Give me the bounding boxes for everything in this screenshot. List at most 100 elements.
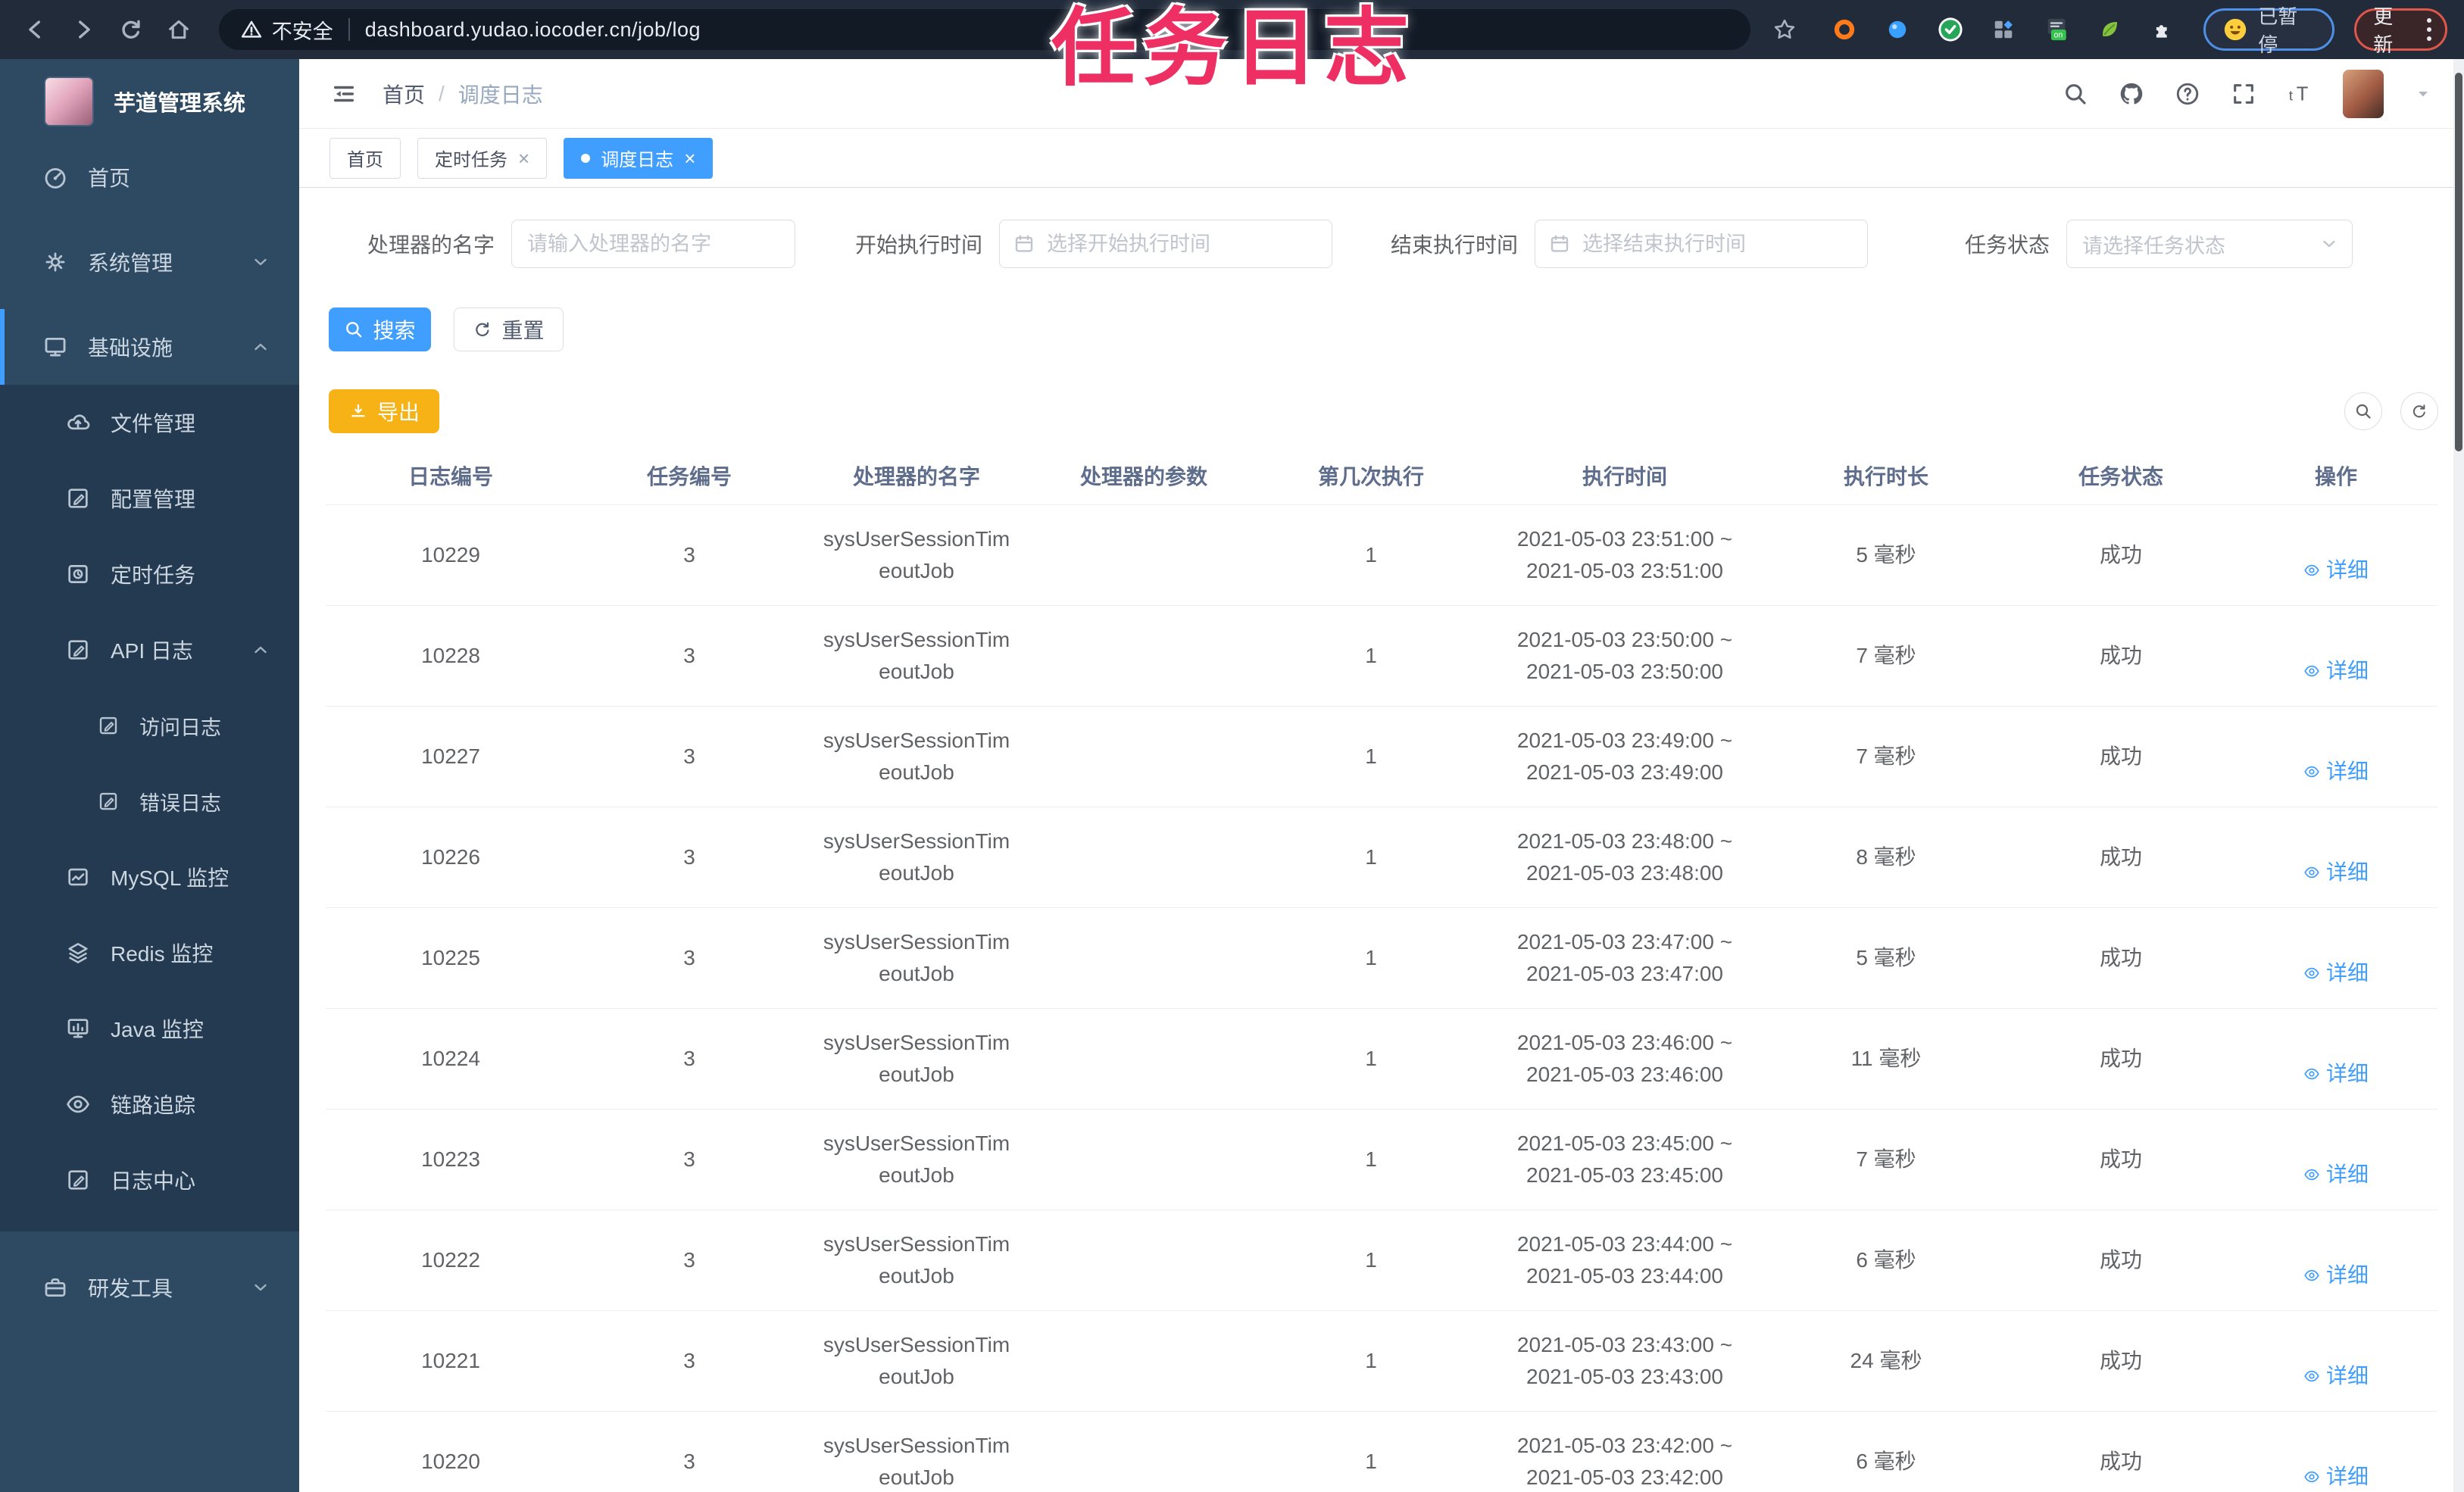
browser-update-chip[interactable]: 更新 [2354, 5, 2447, 56]
sidebar-item-home[interactable]: 首页 [0, 139, 299, 215]
begin-time-input[interactable] [999, 220, 1332, 268]
job-log-table-body: 10229 3 sysUserSessionTim eoutJob 1 2021… [326, 504, 2437, 1492]
sidebar-item-access-logs[interactable]: 访问日志 [0, 688, 299, 763]
cell-execute-index: 1 [1257, 706, 1485, 807]
browser-menu-icon[interactable] [2427, 18, 2431, 41]
table-tools [2344, 392, 2438, 430]
sidebar-item-dev-tools[interactable]: 研发工具 [0, 1250, 299, 1325]
detail-link-label: 详细 [2325, 557, 2369, 582]
cell-log-id: 10227 [326, 706, 576, 807]
detail-link[interactable]: 详细 [2303, 655, 2369, 687]
browser-back-button[interactable] [17, 11, 54, 48]
cell-log-id: 10222 [326, 1210, 576, 1311]
sidebar-item-redis-monitor[interactable]: Redis 监控 [0, 915, 299, 991]
address-bar[interactable]: 不安全 dashboard.yudao.iocoder.cn/job/log [218, 9, 1751, 50]
export-button[interactable]: 导出 [329, 389, 439, 433]
sidebar-item-log-center[interactable]: 日志中心 [0, 1142, 299, 1218]
user-avatar[interactable] [2343, 69, 2384, 118]
detail-link[interactable]: 详细 [2303, 1159, 2369, 1191]
extension-grid-icon[interactable] [1988, 14, 2019, 45]
profile-paused-chip[interactable]: 已暂停 [2203, 5, 2335, 56]
detail-link-label: 详细 [2325, 658, 2369, 682]
log-icon [65, 637, 91, 663]
sidebar-item-error-logs[interactable]: 错误日志 [0, 763, 299, 839]
cell-execute-time: 2021-05-03 23:50:00 ~ 2021-05-03 23:50:0… [1485, 605, 1765, 707]
sidebar-item-file-management[interactable]: 文件管理 [0, 385, 299, 460]
end-time-input[interactable] [1535, 220, 1868, 268]
sidebar-item-tracing[interactable]: 链路追踪 [0, 1066, 299, 1142]
status-select[interactable]: 请选择任务状态 [2066, 220, 2353, 268]
tab-label: 定时任务 [435, 150, 507, 170]
job-log-table: 日志编号 任务编号 处理器的名字 处理器的参数 第几次执行 执行时间 执行时长 … [326, 447, 2437, 1492]
detail-link[interactable]: 详细 [2303, 857, 2369, 888]
cell-handler-name: sysUserSessionTim eoutJob [803, 1411, 1030, 1492]
cell-execute-time: 2021-05-03 23:47:00 ~ 2021-05-03 23:47:0… [1485, 907, 1765, 1009]
bookmark-star-icon[interactable] [1772, 17, 1797, 42]
begin-time-label: 开始执行时间 [854, 233, 982, 257]
detail-link[interactable]: 详细 [2303, 554, 2369, 586]
sidebar-item-mysql-monitor[interactable]: MySQL 监控 [0, 839, 299, 915]
insecure-warning[interactable]: 不安全 [240, 15, 333, 45]
extension-on-badge-icon[interactable]: on [2041, 14, 2072, 45]
detail-link[interactable]: 详细 [2303, 756, 2369, 788]
help-icon[interactable] [2175, 81, 2200, 107]
cell-actions: 详细 [2234, 1310, 2437, 1412]
cell-execute-index: 1 [1257, 907, 1485, 1009]
browser-reload-button[interactable] [112, 11, 149, 48]
tab-home[interactable]: 首页 [329, 137, 401, 179]
browser-forward-button[interactable] [64, 11, 101, 48]
sidebar-item-java-monitor[interactable]: Java 监控 [0, 991, 299, 1066]
app-logo-image [44, 76, 94, 126]
close-icon[interactable]: × [684, 148, 695, 168]
extension-leaf-icon[interactable] [2094, 14, 2125, 45]
detail-link[interactable]: 详细 [2303, 1461, 2369, 1492]
github-icon[interactable] [2119, 81, 2144, 107]
scrollbar-thumb[interactable] [2455, 73, 2462, 451]
tab-label: 首页 [347, 150, 383, 170]
refresh-table-button[interactable] [2400, 392, 2438, 430]
tab-scheduled-tasks[interactable]: 定时任务 × [417, 137, 548, 179]
search-button[interactable]: 搜索 [329, 307, 431, 351]
search-icon[interactable] [2063, 81, 2088, 107]
cell-log-id: 10228 [326, 605, 576, 707]
handler-name-input[interactable] [511, 220, 795, 268]
extension-v-green-icon[interactable] [1935, 14, 1966, 45]
extension-blue-icon[interactable] [1882, 14, 1913, 45]
calendar-icon [1013, 233, 1035, 255]
toggle-search-button[interactable] [2344, 392, 2382, 430]
sidebar-item-config-management[interactable]: 配置管理 [0, 460, 299, 536]
browser-home-button[interactable] [161, 11, 198, 48]
close-icon[interactable]: × [518, 148, 529, 168]
cell-duration: 7 毫秒 [1765, 706, 2007, 807]
cell-job-id: 3 [576, 504, 803, 606]
caret-down-icon[interactable] [2414, 85, 2432, 103]
tab-job-log[interactable]: 调度日志 × [564, 137, 714, 179]
sidebar-item-label: API 日志 [111, 639, 193, 663]
reset-button[interactable]: 重置 [454, 307, 564, 351]
extensions-puzzle-icon[interactable] [2147, 14, 2178, 45]
eye-icon [2303, 864, 2320, 881]
font-size-icon[interactable] [2287, 81, 2313, 107]
cell-handler-name: sysUserSessionTim eoutJob [803, 504, 1030, 606]
sidebar-item-api-logs[interactable]: API 日志 [0, 612, 299, 688]
detail-link[interactable]: 详细 [2303, 1360, 2369, 1392]
detail-link[interactable]: 详细 [2303, 1058, 2369, 1090]
window-scrollbar[interactable] [2453, 59, 2464, 1492]
cell-handler-name: sysUserSessionTim eoutJob [803, 1109, 1030, 1210]
sidebar-collapse-icon[interactable] [331, 81, 357, 107]
main-area: 首页 / 调度日志 首页 定时任务 × 调度日志 × 处理器的名字 请输入处理器… [299, 59, 2464, 1492]
detail-link[interactable]: 详细 [2303, 1259, 2369, 1291]
sidebar-item-system-management[interactable]: 系统管理 [0, 224, 299, 300]
sidebar-item-scheduled-tasks[interactable]: 定时任务 [0, 536, 299, 612]
breadcrumb-home[interactable]: 首页 [383, 79, 425, 109]
extension-orange-icon[interactable] [1829, 14, 1860, 45]
cell-execute-index: 1 [1257, 1310, 1485, 1412]
detail-link[interactable]: 详细 [2303, 957, 2369, 989]
app-logo[interactable]: 芋道管理系统 [0, 59, 299, 135]
filter-end-time: 结束执行时间 [1385, 220, 1868, 268]
sidebar-item-infrastructure[interactable]: 基础设施 [0, 309, 299, 385]
emoji-avatar-icon [2222, 17, 2248, 42]
fullscreen-icon[interactable] [2231, 81, 2256, 107]
col-status: 任务状态 [2007, 447, 2234, 505]
screenshot-root: 不安全 dashboard.yudao.iocoder.cn/job/log o… [0, 0, 2464, 1492]
